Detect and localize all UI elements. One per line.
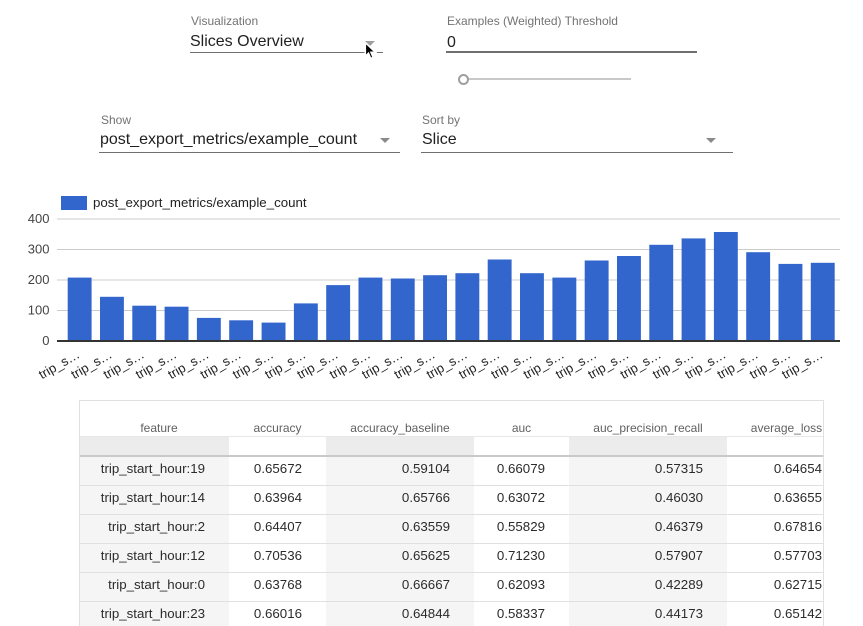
svg-text:400: 400 [28, 211, 50, 226]
svg-text:100: 100 [28, 303, 50, 318]
svg-text:200: 200 [28, 272, 50, 287]
svg-text:300: 300 [28, 242, 50, 257]
svg-text:0: 0 [42, 333, 49, 348]
